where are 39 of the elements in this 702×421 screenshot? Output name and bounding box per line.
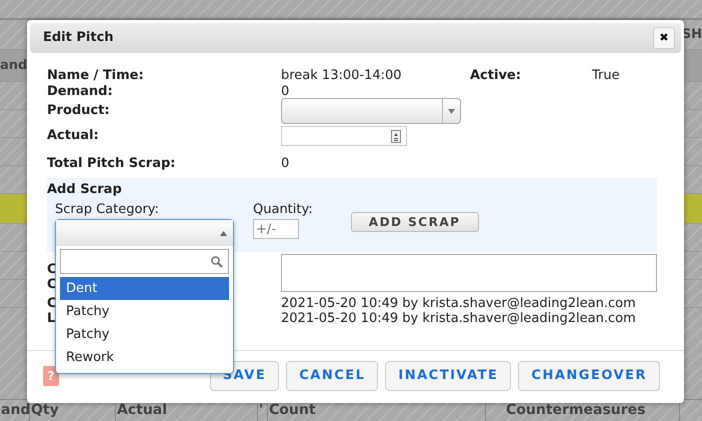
header-text: and bbox=[0, 58, 28, 73]
section-title: Add Scrap bbox=[47, 181, 123, 199]
dropdown-arrow-icon[interactable] bbox=[448, 108, 455, 114]
comment-field[interactable] bbox=[281, 254, 657, 292]
search-icon bbox=[211, 256, 223, 268]
product-select[interactable] bbox=[281, 98, 461, 124]
field-value: break 13:00-14:00 bbox=[281, 68, 403, 84]
dialog-title: Edit Pitch bbox=[43, 29, 114, 48]
field-label: Product: bbox=[47, 103, 111, 119]
search-field[interactable] bbox=[60, 249, 229, 274]
spinner-icon[interactable] bbox=[391, 130, 401, 142]
category-dropdown[interactable]: Dent Patchy Patchy Rework bbox=[55, 219, 234, 374]
actual-input[interactable] bbox=[281, 126, 407, 146]
dropdown-option[interactable]: Patchy bbox=[60, 323, 229, 346]
field-label: Total Pitch Scrap: bbox=[47, 156, 176, 172]
dropdown-option[interactable]: Patchy bbox=[60, 300, 229, 323]
field-label: Demand: bbox=[47, 84, 114, 100]
timestamp-text: 2021-05-20 10:49 by krista.shaver@leading2lean.com bbox=[281, 311, 637, 326]
add-scrap-button[interactable]: ADD SCRAP bbox=[350, 212, 479, 232]
field-label: Scrap Category: bbox=[55, 200, 160, 218]
footer-button[interactable]: CHANGEOVER bbox=[518, 361, 660, 391]
timestamp-text: 2021-05-20 10:49 by krista.shaver@leading2lean.com bbox=[281, 296, 637, 311]
dropdown-option[interactable]: Dent bbox=[60, 277, 229, 300]
field-value: 0 bbox=[281, 84, 290, 100]
quantity-input[interactable]: +/- bbox=[253, 219, 299, 239]
field-label: L bbox=[47, 311, 56, 326]
footer-button[interactable]: INACTIVATE bbox=[385, 361, 512, 391]
field-label: C bbox=[47, 296, 57, 311]
field-label: Quantity: bbox=[253, 200, 313, 218]
field-value: 0 bbox=[281, 156, 290, 172]
field-label: Active: bbox=[470, 68, 522, 84]
caret-icon[interactable] bbox=[220, 230, 227, 236]
field-label: Name / Time: bbox=[47, 68, 145, 84]
field-value: True bbox=[592, 68, 620, 84]
close-button[interactable]: ✖ bbox=[653, 27, 675, 49]
field-label: C bbox=[47, 262, 57, 277]
field-label: Actual: bbox=[47, 128, 100, 144]
footer-button[interactable]: CANCEL bbox=[286, 361, 378, 391]
field-label: C bbox=[47, 277, 57, 292]
